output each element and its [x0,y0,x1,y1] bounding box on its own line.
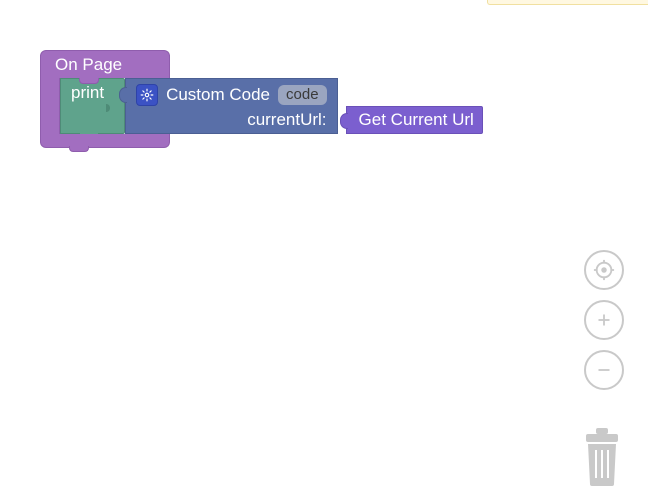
blockly-workspace[interactable]: On Page Enter print Custom [0,0,648,500]
print-block[interactable]: print [60,78,125,134]
workspace-controls [584,250,624,390]
zoom-in-button[interactable] [584,300,624,340]
on-page-enter-block[interactable]: On Page Enter print Custom [40,50,483,148]
custom-code-block[interactable]: Custom Code code currentUrl: [125,78,337,134]
get-current-url-label: Get Current Url [359,110,474,130]
event-block-body-bar [40,78,60,134]
print-block-label: print [71,83,104,103]
trash-button[interactable] [578,428,626,486]
custom-code-label: Custom Code [166,85,270,105]
event-block-header[interactable]: On Page Enter [40,50,170,78]
get-current-url-block[interactable]: Get Current Url [346,106,483,134]
zoom-out-button[interactable] [584,350,624,390]
custom-code-arg-label: currentUrl: [247,110,326,130]
code-chip[interactable]: code [278,85,327,105]
center-view-button[interactable] [584,250,624,290]
event-block-footer [40,134,170,148]
event-block-slot: print Custom Code code currentUrl: [60,78,483,134]
gear-icon[interactable] [136,84,158,106]
